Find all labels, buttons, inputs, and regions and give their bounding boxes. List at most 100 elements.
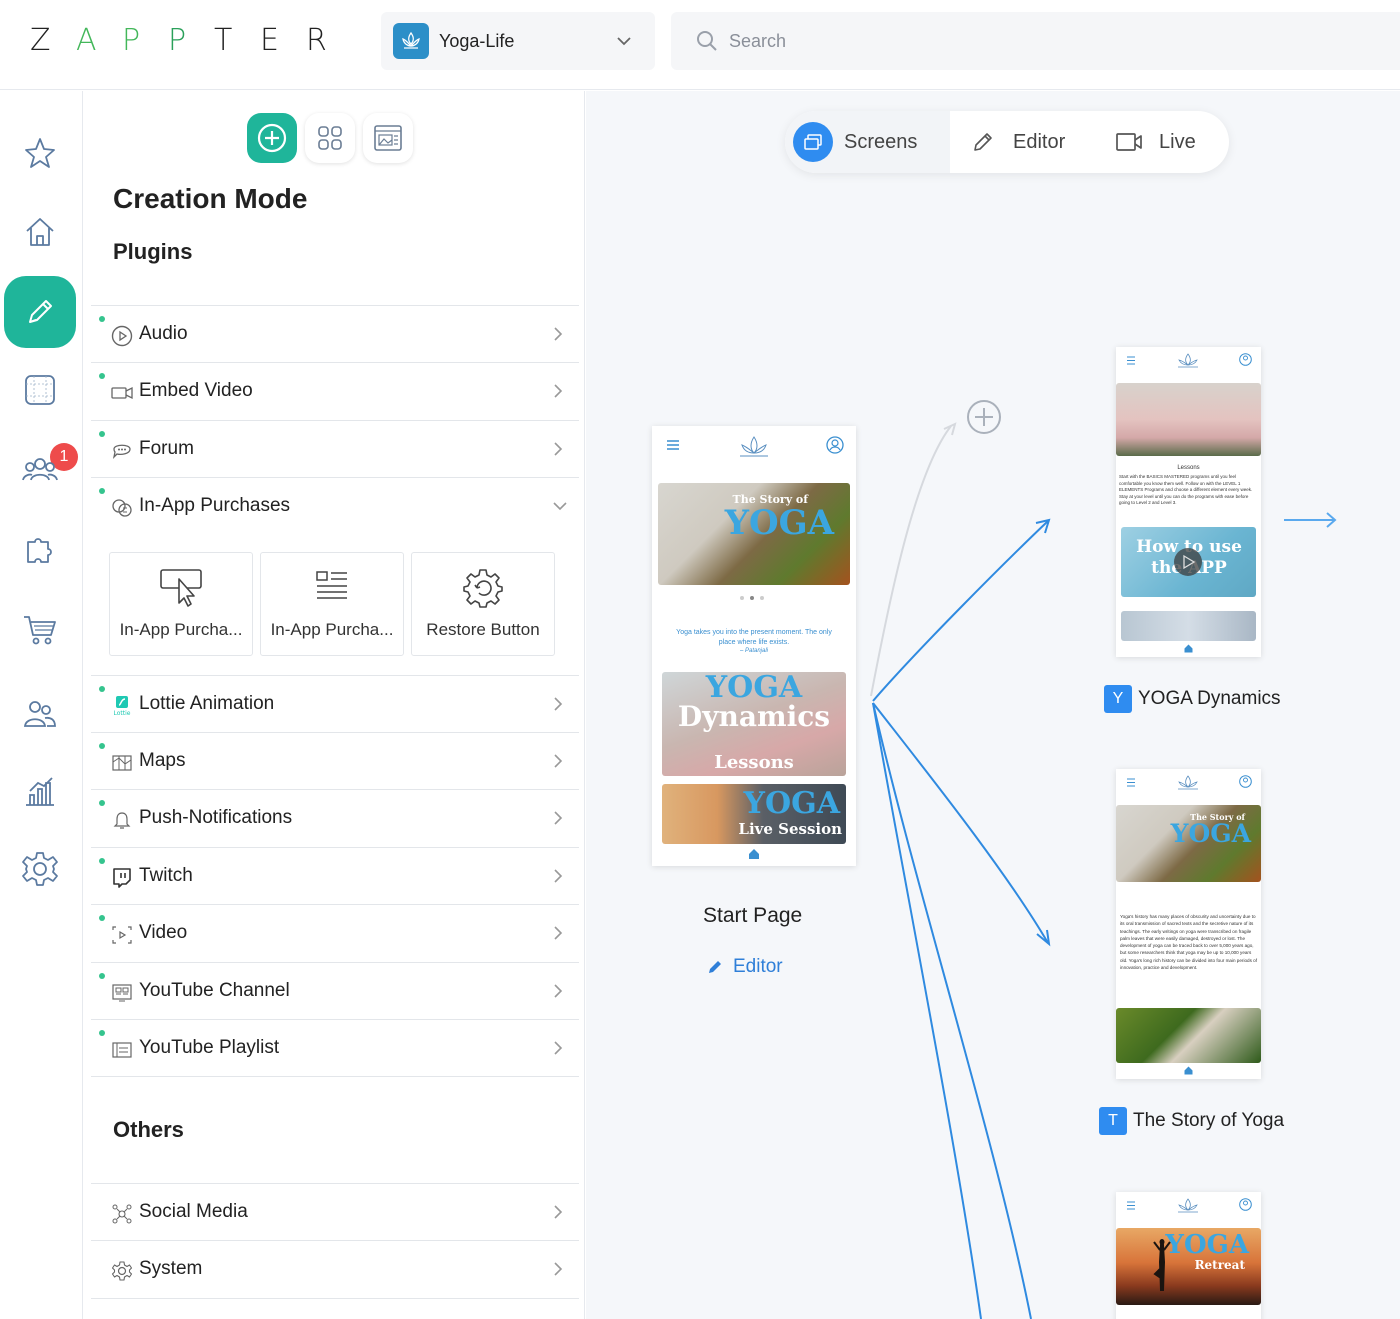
chevron-right-icon (554, 926, 563, 940)
screen-name: YOGA Dynamics (1138, 688, 1281, 709)
screens-icon (793, 122, 833, 162)
card-small-title: Lessons (714, 752, 794, 773)
app-selector[interactable]: Yoga-Life (381, 12, 655, 70)
yoga-dynamics-label[interactable]: Y YOGA Dynamics (1104, 685, 1281, 713)
banner-big-title: YOGA (1170, 819, 1251, 848)
chevron-right-icon (554, 442, 563, 456)
image-gallery-icon (374, 125, 402, 151)
plugin-in-app-purchases[interactable]: In-App Purchases (91, 477, 579, 534)
hamburger-icon (1127, 778, 1135, 787)
tab-screens[interactable]: Screens (785, 111, 950, 173)
rail-shop[interactable] (4, 593, 76, 665)
in-app-purchase-button-card[interactable]: In-App Purcha... (109, 551, 253, 656)
twitch-icon (111, 867, 133, 889)
status-dot (99, 373, 105, 380)
plugin-maps[interactable]: Maps (91, 731, 579, 789)
plugin-twitch[interactable]: Twitch (91, 846, 579, 904)
plugin-push-notifications[interactable]: Push-Notifications (91, 789, 579, 846)
plugin-embed-video[interactable]: Embed Video (91, 362, 579, 419)
tab-live[interactable]: Live (1115, 111, 1196, 173)
plugin-lottie-animation[interactable]: Lottie Lottie Animation (91, 674, 579, 732)
add-screen-button[interactable] (965, 398, 1003, 436)
yoga-retreat-preview[interactable]: YOGA Retreat (1116, 1192, 1261, 1319)
plugin-audio[interactable]: Audio (91, 305, 579, 362)
screen-letter-badge: T (1099, 1107, 1127, 1135)
story-banner: The Story of YOGA (1116, 805, 1261, 882)
rail-favorites[interactable] (4, 117, 76, 189)
coins-icon (111, 497, 133, 519)
yoga-dynamics-preview[interactable]: Lessons Start with the BASICS MASTERED p… (1116, 347, 1261, 657)
rail-plugins[interactable] (4, 514, 76, 586)
panel-title: Creation Mode (113, 183, 308, 214)
plugin-video[interactable]: Video (91, 904, 579, 961)
start-page-label: Start Page (703, 904, 803, 927)
grid-icon (318, 126, 342, 150)
banner-small-title: Retreat (1194, 1258, 1245, 1272)
media-button[interactable] (363, 113, 413, 163)
grid-view-button[interactable] (305, 113, 355, 163)
app-root: ZAPPTER Yoga-Life 1 (0, 0, 1400, 1319)
search-input[interactable] (729, 30, 1329, 52)
plugin-label: YouTube Playlist (139, 1036, 280, 1058)
rail-team[interactable] (4, 678, 76, 750)
plugin-more[interactable] (91, 1297, 579, 1319)
restore-button-card[interactable]: Restore Button (411, 551, 555, 656)
story-of-yoga-preview[interactable]: The Story of YOGA Yoga's history has man… (1116, 769, 1261, 1079)
plugin-label: Forum (139, 437, 194, 459)
chevron-right-icon (554, 869, 563, 883)
user-icon (1239, 775, 1252, 788)
rail-analytics[interactable] (4, 755, 76, 827)
user-icon (1239, 1198, 1252, 1211)
yoga-pose-silhouette (1153, 1238, 1171, 1291)
rail-templates[interactable] (4, 354, 76, 426)
start-page-editor-link[interactable]: Editor (707, 956, 783, 978)
plugin-youtube-channel[interactable]: YouTube Channel (91, 961, 579, 1019)
status-dot (99, 915, 105, 922)
tab-editor[interactable]: Editor (971, 111, 1065, 173)
product-list-icon (316, 570, 347, 599)
plugin-system[interactable]: System (91, 1240, 579, 1297)
home-tab-icon (749, 849, 759, 859)
start-page-preview[interactable]: The Story of YOGA Yoga takes you into th… (652, 426, 856, 866)
others-heading: Others (113, 1117, 184, 1142)
sub-card-label: In-App Purcha... (270, 619, 394, 639)
rail-creation-mode[interactable] (4, 276, 76, 348)
youtube-playlist-icon (111, 1039, 133, 1061)
home-icon (26, 218, 54, 246)
chevron-right-icon (554, 811, 563, 825)
rail-settings[interactable] (4, 833, 76, 905)
pencil-icon (29, 300, 52, 323)
gear-icon (22, 852, 58, 886)
story-of-yoga-banner: The Story of YOGA (658, 483, 850, 585)
rail-home[interactable] (4, 196, 76, 268)
pencil-icon (974, 133, 992, 151)
zappter-logo[interactable]: ZAPPTER (30, 22, 352, 58)
chevron-right-icon (554, 696, 563, 711)
svg-text:Lottie: Lottie (114, 710, 131, 717)
bar-chart-icon (26, 777, 54, 806)
play-circle-icon (111, 325, 133, 347)
plugin-social-media[interactable]: Social Media (91, 1183, 579, 1240)
restore-gear-icon (463, 568, 503, 608)
pencil-icon (709, 961, 721, 973)
chevron-down-icon (553, 502, 567, 511)
others-list: Social Media System (91, 1183, 579, 1319)
tab-label: Live (1159, 130, 1196, 153)
rail-users[interactable] (4, 434, 76, 506)
add-button[interactable] (247, 113, 297, 163)
lotus-app-icon (393, 23, 429, 59)
plugin-youtube-playlist[interactable]: YouTube Playlist (91, 1018, 579, 1076)
in-app-purchase-items: In-App Purcha... In-App Purcha... Restor… (91, 535, 579, 675)
status-dot (99, 972, 105, 979)
screens-canvas: Screens Editor Live The Story of YOGA Yo… (586, 91, 1400, 1319)
story-body: Yoga's history has many places of obscur… (1120, 914, 1257, 971)
plugin-list: Audio Embed Video Forum In-App Purchases… (91, 305, 579, 1078)
plugin-label: Twitch (139, 864, 193, 886)
logo-letter: T (214, 22, 233, 58)
plugin-forum[interactable]: Forum (91, 419, 579, 477)
search-icon (697, 31, 717, 51)
chevron-down-icon (617, 37, 631, 46)
story-of-yoga-label[interactable]: T The Story of Yoga (1099, 1107, 1284, 1135)
chevron-right-icon (554, 1041, 563, 1055)
in-app-purchase-list-card[interactable]: In-App Purcha... (260, 551, 404, 656)
